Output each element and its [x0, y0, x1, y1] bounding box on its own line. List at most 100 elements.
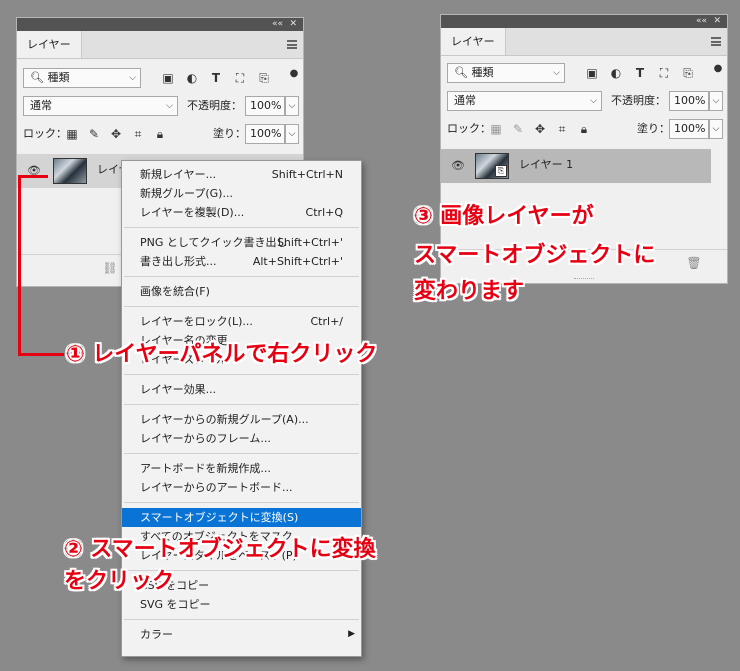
filter-toggle-icon[interactable]: ● — [285, 65, 303, 83]
menu-separator — [124, 453, 359, 454]
shape-filter-icon[interactable]: ⛶ — [231, 69, 249, 87]
menu-item[interactable]: レイヤーからの新規グループ(A)... — [122, 410, 361, 429]
menu-item[interactable]: カラー ▶ — [122, 625, 361, 644]
lock-artboard-icon[interactable]: ⌗ — [129, 125, 147, 143]
blend-mode-value: 通常 — [30, 99, 52, 112]
layer-thumbnail — [53, 158, 87, 184]
type-filter-icon[interactable]: T — [207, 69, 225, 87]
blend-mode-select[interactable]: 通常 ⌵ — [447, 91, 602, 111]
filter-kind-select[interactable]: 🔍︎ 種類 ⌵ — [23, 68, 141, 88]
menu-item[interactable]: 書き出し形式... Alt+Shift+Ctrl+' — [122, 252, 361, 271]
menu-separator — [124, 502, 359, 503]
menu-item-label: レイヤーをロック(L)... — [140, 315, 253, 328]
fill-input[interactable]: 100% — [245, 124, 285, 144]
opacity-input[interactable]: 100% — [245, 96, 285, 116]
lock-move-icon[interactable]: ✥ — [531, 120, 549, 138]
fill-chevron-icon[interactable]: ⌵ — [285, 124, 299, 144]
menu-item[interactable]: アートボードを新規作成... — [122, 459, 361, 478]
search-icon: 🔍︎ — [454, 66, 468, 79]
annotation-step2-line1: ② スマートオブジェクトに変換 — [64, 537, 376, 562]
menu-item-shortcut: Ctrl+/ — [310, 315, 344, 328]
tab-layers[interactable]: レイヤー — [17, 31, 82, 58]
lock-transparent-icon[interactable]: ▦ — [487, 120, 505, 138]
opacity-input[interactable]: 100% — [669, 91, 709, 111]
smart-object-filter-icon[interactable]: ⎘ — [679, 64, 697, 82]
menu-separator — [124, 227, 359, 228]
lock-all-icon[interactable]: 🔒︎ — [575, 120, 593, 138]
menu-item[interactable]: レイヤーからのアートボード... — [122, 478, 361, 497]
menu-item[interactable]: レイヤーをロック(L)... Ctrl+/ — [122, 312, 361, 331]
menu-item-label: レイヤーからの新規グループ(A)... — [140, 413, 309, 426]
filter-toggle-icon[interactable]: ● — [709, 60, 727, 78]
menu-item-label: 画像を統合(F) — [140, 285, 210, 298]
annotation-connector-line — [18, 353, 64, 356]
close-icon[interactable]: ✕ — [713, 15, 721, 28]
menu-item-convert-to-smart-object[interactable]: スマートオブジェクトに変換(S) — [122, 508, 361, 527]
menu-item[interactable]: レイヤーからのフレーム... — [122, 429, 361, 448]
opacity-chevron-icon[interactable]: ⌵ — [285, 96, 299, 116]
image-filter-icon[interactable]: ▣ — [159, 69, 177, 87]
lock-brush-icon[interactable]: ✎ — [85, 125, 103, 143]
smart-object-filter-icon[interactable]: ⎘ — [255, 69, 273, 87]
panel-tab-row: レイヤー — [441, 28, 727, 56]
lock-label: ロック： — [447, 122, 491, 135]
menu-item-label: カラー — [140, 628, 173, 641]
collapse-icon[interactable]: «« — [272, 18, 283, 31]
menu-item-label: 書き出し形式... — [140, 255, 217, 268]
menu-item[interactable]: レイヤー効果... — [122, 380, 361, 399]
tab-layers[interactable]: レイヤー — [441, 28, 506, 55]
filter-kind-value: 種類 — [47, 71, 70, 84]
opacity-label: 不透明度： — [611, 94, 666, 107]
fill-label: 塗り： — [213, 127, 246, 140]
trash-icon[interactable]: 🗑︎ — [685, 254, 703, 272]
lock-row: ロック： ▦ ✎ ✥ ⌗ 🔒︎ 塗り： 100% ⌵ — [441, 119, 727, 143]
filter-kind-value: 種類 — [471, 66, 494, 79]
menu-item[interactable]: PNG としてクイック書き出し Shift+Ctrl+' — [122, 233, 361, 252]
panel-menu-icon[interactable] — [711, 37, 721, 46]
menu-separator — [124, 276, 359, 277]
image-filter-icon[interactable]: ▣ — [583, 64, 601, 82]
filter-row: 🔍︎ 種類 ⌵ ▣ ◐ T ⛶ ⎘ ● — [17, 68, 303, 92]
menu-item[interactable]: 新規グループ(G)... — [122, 184, 361, 203]
fill-chevron-icon[interactable]: ⌵ — [709, 119, 723, 139]
fill-input[interactable]: 100% — [669, 119, 709, 139]
lock-all-icon[interactable]: 🔒︎ — [151, 125, 169, 143]
menu-item-label: SVG をコピー — [140, 598, 211, 611]
smart-object-thumbnail: ⎘ — [475, 153, 509, 179]
menu-item-label: レイヤーからのアートボード... — [140, 481, 293, 494]
shape-filter-icon[interactable]: ⛶ — [655, 64, 673, 82]
menu-item-label: レイヤーを複製(D)... — [140, 206, 245, 219]
chevron-down-icon: ⌵ — [129, 73, 136, 83]
opacity-chevron-icon[interactable]: ⌵ — [709, 91, 723, 111]
collapse-icon[interactable]: «« — [696, 15, 707, 28]
panel-menu-icon[interactable] — [287, 40, 297, 49]
resize-grip[interactable] — [574, 278, 594, 281]
lock-move-icon[interactable]: ✥ — [107, 125, 125, 143]
menu-item-label: スマートオブジェクトに変換(S) — [140, 511, 299, 524]
adjustment-filter-icon[interactable]: ◐ — [183, 69, 201, 87]
menu-item[interactable]: 画像を統合(F) — [122, 282, 361, 301]
type-filter-icon[interactable]: T — [631, 64, 649, 82]
blend-mode-select[interactable]: 通常 ⌵ — [23, 96, 178, 116]
layer-row[interactable]: 👁︎ ⎘ レイヤー 1 — [441, 149, 711, 183]
menu-item[interactable]: SVG をコピー — [122, 595, 361, 614]
menu-item-label: アートボードを新規作成... — [140, 462, 271, 475]
filter-kind-select[interactable]: 🔍︎ 種類 ⌵ — [447, 63, 565, 83]
lock-artboard-icon[interactable]: ⌗ — [553, 120, 571, 138]
menu-item-shortcut: Shift+Ctrl+N — [271, 168, 343, 181]
close-icon[interactable]: ✕ — [289, 18, 297, 31]
lock-transparent-icon[interactable]: ▦ — [63, 125, 81, 143]
menu-item[interactable]: 新規レイヤー... Shift+Ctrl+N — [122, 165, 361, 184]
lock-brush-icon[interactable]: ✎ — [509, 120, 527, 138]
annotation-step3-line3: 変わります — [414, 279, 525, 304]
menu-item-shortcut: Alt+Shift+Ctrl+' — [252, 255, 343, 268]
adjustment-filter-icon[interactable]: ◐ — [607, 64, 625, 82]
visibility-eye-icon[interactable]: 👁︎ — [451, 159, 465, 172]
menu-separator — [124, 374, 359, 375]
link-icon[interactable]: ⛓ — [101, 259, 119, 277]
menu-item[interactable]: レイヤーを複製(D)... Ctrl+Q — [122, 203, 361, 222]
chevron-down-icon: ⌵ — [590, 96, 597, 106]
fill-label: 塗り： — [637, 122, 670, 135]
menu-item-label: 新規グループ(G)... — [140, 187, 233, 200]
blend-mode-value: 通常 — [454, 94, 476, 107]
